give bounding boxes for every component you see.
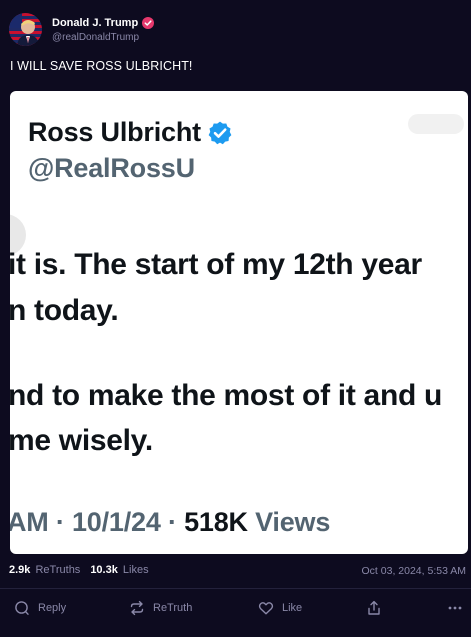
post-text: I WILL SAVE ROSS ULBRICHT!: [10, 59, 193, 73]
reply-label: Reply: [38, 602, 67, 614]
embedded-text-line: it is. The start of my 12th year: [10, 248, 422, 281]
author-identity: Donald J. Trump @realDonaldTrump: [52, 16, 155, 43]
reply-icon: [15, 601, 29, 615]
retruths-label: ReTruths: [35, 564, 81, 576]
embedded-text-line: n today.: [10, 294, 119, 327]
post-header: Donald J. Trump @realDonaldTrump: [9, 13, 155, 46]
embedded-text-line: me wisely.: [10, 424, 153, 457]
more-options-button[interactable]: [447, 600, 463, 616]
embedded-follow-button: [408, 114, 464, 134]
verified-badge-icon: [142, 16, 155, 29]
retruths-count: 2.9k: [9, 564, 31, 576]
heart-icon: [258, 602, 274, 615]
embedded-text-line: nd to make the most of it and u: [10, 379, 443, 412]
author-handle[interactable]: @realDonaldTrump: [52, 32, 154, 43]
ellipsis-icon: [448, 606, 462, 610]
like-button[interactable]: Like: [258, 600, 302, 616]
divider: [0, 588, 471, 589]
retruth-label: ReTruth: [153, 602, 193, 614]
embedded-views-count: 518K: [184, 507, 248, 537]
embedded-views-label: Views: [247, 507, 331, 537]
share-icon: [368, 600, 380, 615]
retruth-button[interactable]: ReTruth: [129, 600, 192, 616]
verified-check-icon: [208, 121, 232, 144]
author-name-row: Donald J. Trump: [52, 16, 155, 29]
post-timestamp[interactable]: Oct 03, 2024, 5:53 AM: [362, 565, 466, 577]
embedded-meta: AM · 10/1/24 · 518K Views: [10, 507, 330, 538]
author-avatar[interactable]: [9, 13, 42, 46]
likes-label: Likes: [122, 564, 149, 576]
likes-count: 10.3k: [90, 564, 118, 576]
embedded-tweet-image[interactable]: Ross Ulbricht @RealRossU it is. The star…: [10, 91, 468, 554]
author-display-name[interactable]: Donald J. Trump: [52, 17, 138, 29]
embedded-name: Ross Ulbricht: [28, 117, 201, 147]
embedded-handle: @RealRossU: [28, 153, 195, 183]
retruths-stat[interactable]: 2.9k ReTruths: [9, 564, 80, 576]
reply-button[interactable]: Reply: [14, 600, 66, 616]
share-button[interactable]: [366, 600, 382, 616]
embedded-name-row: Ross Ulbricht: [28, 117, 233, 148]
retruth-icon: [130, 600, 144, 616]
avatar-flag-portrait-icon: [9, 13, 42, 46]
likes-stat[interactable]: 10.3k Likes: [90, 564, 148, 576]
embedded-date: AM · 10/1/24 ·: [10, 507, 185, 537]
post-stats: 2.9k ReTruths 10.3k Likes: [9, 564, 159, 576]
like-label: Like: [282, 602, 303, 614]
action-bar: Reply ReTruth Like: [0, 600, 471, 624]
truth-post: Donald J. Trump @realDonaldTrump I WILL …: [0, 0, 471, 637]
